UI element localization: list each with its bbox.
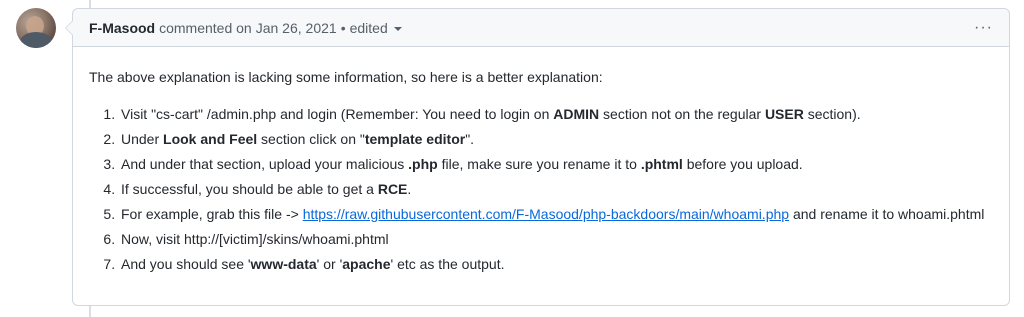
avatar-body — [20, 32, 52, 48]
step-bold: RCE — [377, 181, 408, 197]
edited-dropdown[interactable]: edited — [350, 20, 402, 36]
author-link[interactable]: F-Masood — [89, 20, 155, 36]
comment-action-text: commented on — [159, 19, 252, 36]
steps-list: Visit "cs-cart" /admin.php and login (Re… — [89, 104, 993, 275]
step-bold: .php — [408, 156, 438, 172]
step-text: And you should see ' — [121, 256, 251, 272]
step-text: Under — [121, 131, 164, 147]
list-item: Now, visit http://[victim]/skins/whoami.… — [119, 229, 993, 250]
step-text: If successful, you should be able to get… — [121, 181, 378, 197]
step-text: section click on " — [257, 131, 365, 147]
step-text: ". — [465, 131, 475, 147]
edited-label: edited — [349, 19, 388, 36]
step-text: file, make sure you rename it to — [437, 156, 641, 172]
step-bold: template editor — [364, 131, 466, 147]
triangle-down-icon — [393, 27, 402, 31]
step-text: For example, grab this file -> — [121, 206, 303, 222]
step-text: and rename it to whoami.phtml — [789, 206, 985, 222]
step-text: ' or ' — [316, 256, 343, 272]
list-item: Under Look and Feel section click on "te… — [119, 129, 993, 150]
backdoor-file-link[interactable]: https://raw.githubusercontent.com/F-Maso… — [303, 206, 789, 222]
intro-paragraph: The above explanation is lacking some in… — [89, 69, 603, 85]
comment-box: F-Masood commented on Jan 26, 2021 • edi… — [65, 8, 1010, 306]
step-text: ' etc as the output. — [390, 256, 505, 272]
comment-body: The above explanation is lacking some in… — [73, 47, 1009, 275]
list-item: Visit "cs-cart" /admin.php and login (Re… — [119, 104, 993, 125]
step-bold: ADMIN — [553, 106, 600, 122]
step-text: Now, visit http://[victim]/skins/whoami.… — [121, 231, 389, 247]
step-bold: Look and Feel — [163, 131, 258, 147]
comment-caret-inner — [66, 21, 73, 35]
list-item: And you should see 'www-data' or 'apache… — [119, 254, 993, 275]
step-text: Visit "cs-cart" /admin.php and login (Re… — [121, 106, 554, 122]
list-item: And under that section, upload your mali… — [119, 154, 993, 175]
step-text: And under that section, upload your mali… — [121, 156, 409, 172]
list-item: If successful, you should be able to get… — [119, 179, 993, 200]
comment-date-link[interactable]: Jan 26, 2021 — [256, 20, 337, 36]
step-bold: .phtml — [640, 156, 683, 172]
step-bold: apache — [342, 256, 391, 272]
step-bold: USER — [764, 106, 804, 122]
bullet-separator: • — [340, 19, 346, 36]
step-text: . — [407, 181, 412, 197]
kebab-horizontal-icon[interactable]: ··· — [974, 19, 993, 36]
step-text: section). — [803, 106, 861, 122]
avatar[interactable] — [16, 8, 56, 48]
step-bold: www-data — [250, 256, 317, 272]
list-item: For example, grab this file -> https://r… — [119, 204, 993, 225]
comment-header: F-Masood commented on Jan 26, 2021 • edi… — [73, 9, 1009, 47]
step-text: section not on the regular — [599, 106, 765, 122]
step-text: before you upload. — [682, 156, 803, 172]
